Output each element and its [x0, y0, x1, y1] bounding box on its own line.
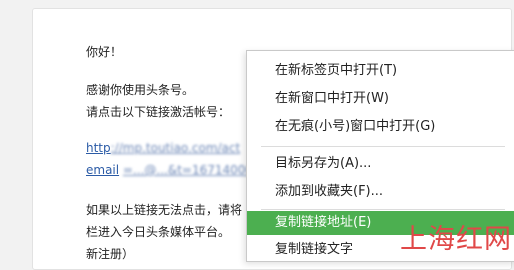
email-thanks: 感谢你使用头条号。 [86, 83, 195, 97]
menu-item-label: 目标另存为(A)... [275, 156, 372, 171]
menu-item-label: 在新窗口中打开(W) [275, 91, 389, 106]
menu-separator [261, 209, 505, 210]
menu-separator [261, 146, 505, 147]
menu-open-new-tab[interactable]: 在新标签页中打开(T) [247, 59, 514, 83]
watermark-logo: 上海红网 [400, 224, 512, 255]
menu-save-target-as[interactable]: 目标另存为(A)... [247, 152, 514, 176]
menu-open-new-window[interactable]: 在新窗口中打开(W) [247, 87, 514, 111]
activation-link-start[interactable]: http [86, 141, 111, 155]
menu-item-label: 复制链接地址(E) [275, 215, 372, 230]
email-instruction: 请点击以下链接激活帐号： [86, 105, 231, 119]
menu-add-to-favorites[interactable]: 添加到收藏夹(F)... [247, 180, 514, 204]
activation-link-blurred-2[interactable]: =...@...&t=167140000 [123, 163, 261, 177]
activation-link-line1[interactable]: http://mp.toutiao.com/act [86, 141, 240, 155]
menu-item-label: 添加到收藏夹(F)... [275, 184, 384, 199]
activation-link-email[interactable]: email [86, 163, 119, 177]
menu-item-label: 在新标签页中打开(T) [275, 63, 398, 78]
email-paragraph-line2: 栏进入今日头条媒体平台。 [86, 225, 231, 239]
menu-item-label: 在无痕(小号)窗口中打开(G) [275, 119, 436, 134]
menu-item-label: 复制链接文字 [275, 242, 354, 257]
email-greeting: 你好！ [86, 45, 123, 59]
email-paragraph-line1: 如果以上链接无法点击，请将 [86, 203, 243, 217]
menu-open-incognito[interactable]: 在无痕(小号)窗口中打开(G) [247, 115, 514, 139]
activation-link-blurred[interactable]: ://mp.toutiao.com/act [111, 141, 241, 155]
